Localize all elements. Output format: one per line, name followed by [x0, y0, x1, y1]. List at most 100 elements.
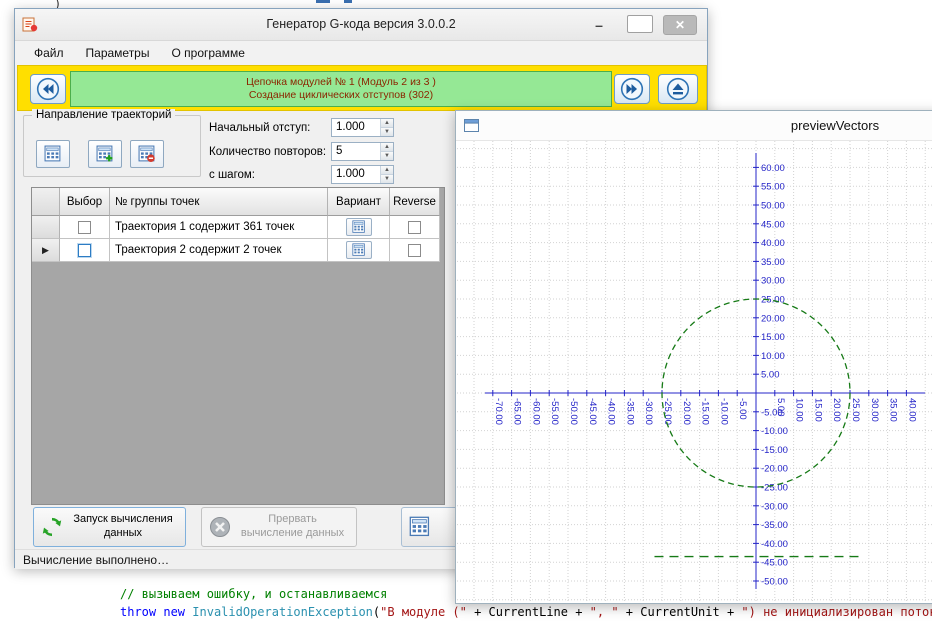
select-cell[interactable] [60, 239, 110, 262]
svg-text:-55.00: -55.00 [549, 398, 560, 425]
svg-text:55.00: 55.00 [761, 182, 785, 193]
variant-cell[interactable] [328, 216, 390, 239]
variant-cell[interactable] [328, 239, 390, 262]
svg-text:-15.00: -15.00 [761, 445, 788, 456]
variant-calculator-icon [351, 220, 365, 233]
reverse-cell[interactable] [390, 216, 440, 239]
spinner-up-down-icon[interactable]: ▲ ▼ [380, 143, 393, 160]
svg-text:25.00: 25.00 [850, 398, 861, 422]
reverse-cell[interactable] [390, 239, 440, 262]
trajectory-remove-button[interactable] [130, 140, 164, 168]
reverse-checkbox[interactable] [408, 220, 421, 234]
code-token: "В модуле (" [380, 605, 467, 619]
svg-text:-65.00: -65.00 [512, 398, 523, 425]
main-titlebar[interactable]: Генератор G-кода версия 3.0.0.2 – ✕ [15, 9, 707, 41]
grid-row[interactable]: Траектория 1 содержит 361 точек [32, 216, 444, 239]
svg-text:-70.00: -70.00 [493, 398, 504, 425]
menu-item-file[interactable]: Файл [23, 42, 75, 64]
variant-calculator-icon [351, 243, 365, 256]
module-status-panel: Цепочка модулей № 1 (Модуль 2 из 3 ) Соз… [70, 71, 612, 107]
svg-text:-5.00: -5.00 [737, 398, 748, 420]
code-statement-line: throw new InvalidOperationException("В м… [120, 605, 932, 619]
close-button[interactable]: ✕ [663, 15, 697, 35]
svg-text:-10.00: -10.00 [718, 398, 729, 425]
svg-text:10.00: 10.00 [761, 351, 785, 362]
background-toolbar-fragment [344, 0, 352, 3]
maximize-button[interactable] [627, 15, 653, 33]
trajectory-name-cell[interactable]: Траектория 2 содержит 2 точек [110, 239, 328, 262]
svg-text:-30.00: -30.00 [643, 398, 654, 425]
svg-text:-45.00: -45.00 [587, 398, 598, 425]
svg-text:-10.00: -10.00 [761, 426, 788, 437]
minimize-button[interactable]: – [587, 15, 611, 34]
spinner-up-down-icon[interactable]: ▲ ▼ [380, 166, 393, 183]
spinner-up-down-icon[interactable]: ▲ ▼ [380, 119, 393, 136]
trajectory-table-remove-icon [138, 145, 155, 163]
grid-header-reverse[interactable]: Reverse [390, 188, 440, 216]
row-selector[interactable]: ▶ [32, 239, 60, 262]
initial-offset-input[interactable]: 1.000 ▲ ▼ [331, 118, 394, 137]
repeat-count-input[interactable]: 5 ▲ ▼ [331, 142, 394, 161]
select-checkbox[interactable] [78, 243, 91, 257]
svg-text:60.00: 60.00 [761, 163, 785, 174]
grid-header-select[interactable]: Выбор [60, 188, 110, 216]
grid-header-variant[interactable]: Вариант [328, 188, 390, 216]
svg-text:35.00: 35.00 [761, 257, 785, 268]
code-token: ") не инициализирован поток для [741, 605, 932, 619]
trajectory-tool-button[interactable] [36, 140, 70, 168]
svg-text:-25.00: -25.00 [662, 398, 673, 425]
svg-text:15.00: 15.00 [761, 332, 785, 343]
grid-header-row: Выбор № группы точек Вариант Reverse [32, 188, 444, 216]
trajectory-table-add-icon [96, 145, 113, 162]
row-selector[interactable] [32, 216, 60, 239]
run-calculation-button[interactable]: Запуск вычисления данных [33, 507, 186, 547]
calculator-icon [409, 516, 431, 538]
select-cell[interactable] [60, 216, 110, 239]
module-status-line2: Создание циклических отступов (302) [248, 89, 434, 101]
eject-module-button[interactable] [658, 74, 698, 104]
menu-item-parameters[interactable]: Параметры [75, 42, 161, 64]
previous-module-button[interactable] [30, 74, 66, 104]
current-row-arrow-icon: ▶ [42, 244, 49, 255]
step-label: с шагом: [209, 169, 256, 181]
svg-text:40.00: 40.00 [906, 398, 917, 422]
variant-button[interactable] [345, 241, 372, 259]
svg-text:-15.00: -15.00 [700, 398, 711, 425]
svg-text:5.00: 5.00 [761, 370, 780, 381]
group-title: Направление траекторий [32, 109, 176, 121]
code-comment-line: // вызываем ошибку, и останавливаемся [120, 587, 388, 601]
trajectory-grid: Выбор № группы точек Вариант Reverse Траект… [31, 187, 445, 505]
svg-text:20.00: 20.00 [831, 398, 842, 422]
svg-text:5.00: 5.00 [775, 398, 786, 417]
calculator-icon [409, 516, 430, 537]
trajectory-name-cell[interactable]: Траектория 1 содержит 361 точек [110, 216, 328, 239]
cancel-x-icon [210, 517, 230, 537]
grid-corner-cell[interactable] [32, 188, 60, 216]
code-token: new [163, 605, 186, 619]
variant-button[interactable] [345, 218, 372, 236]
menu-bar: Файл Параметры О программе [15, 41, 707, 65]
trajectory-add-button[interactable] [88, 140, 122, 168]
step-input[interactable]: 1.000 ▲ ▼ [331, 165, 394, 184]
code-token: + CurrentLine + [466, 605, 590, 619]
svg-text:40.00: 40.00 [761, 238, 785, 249]
svg-text:-20.00: -20.00 [681, 398, 692, 425]
refresh-icon [41, 516, 63, 538]
select-checkbox[interactable] [78, 220, 91, 234]
refresh-arrows-icon [42, 517, 62, 537]
module-toolbar: Цепочка модулей № 1 (Модуль 2 из 3 ) Соз… [17, 65, 707, 111]
preview-titlebar[interactable]: previewVectors [456, 111, 932, 141]
svg-text:-45.00: -45.00 [761, 558, 788, 569]
reverse-checkbox[interactable] [408, 243, 421, 257]
grid-row[interactable]: ▶ Траектория 2 содержит 2 точек [32, 239, 444, 262]
menu-item-about[interactable]: О программе [160, 42, 255, 64]
fast-backward-icon [36, 77, 60, 101]
grid-header-point-group[interactable]: № группы точек [110, 188, 328, 216]
next-module-button[interactable] [614, 74, 650, 104]
svg-text:50.00: 50.00 [761, 201, 785, 212]
module-status-line1: Цепочка модулей № 1 (Модуль 2 из 3 ) [246, 76, 436, 88]
status-text: Вычисление выполнено… [23, 552, 170, 567]
abort-calculation-button[interactable]: Прервать вычисление данных [201, 507, 357, 547]
svg-text:15.00: 15.00 [812, 398, 823, 422]
svg-text:-40.00: -40.00 [606, 398, 617, 425]
